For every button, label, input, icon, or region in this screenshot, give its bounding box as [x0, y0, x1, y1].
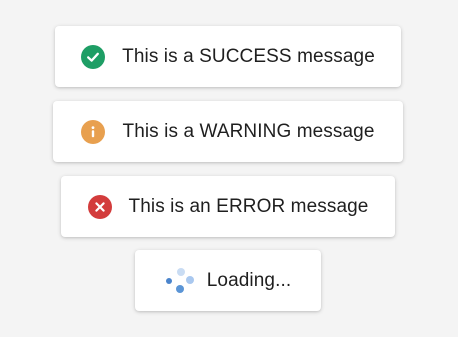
toast-error-message: This is an ERROR message [128, 195, 369, 217]
info-circle-icon [81, 119, 106, 144]
toast-warning: This is a WARNING message [53, 101, 403, 162]
toast-error: This is an ERROR message [61, 176, 395, 237]
check-circle-icon [81, 44, 106, 69]
toast-loading: Loading... [135, 250, 321, 311]
toast-success-message: This is a SUCCESS message [122, 45, 375, 67]
toast-loading-message: Loading... [206, 269, 292, 291]
toast-success: This is a SUCCESS message [55, 26, 401, 87]
toast-warning-message: This is a WARNING message [122, 120, 375, 142]
spinner-icon [165, 266, 195, 296]
x-circle-icon [87, 194, 112, 219]
